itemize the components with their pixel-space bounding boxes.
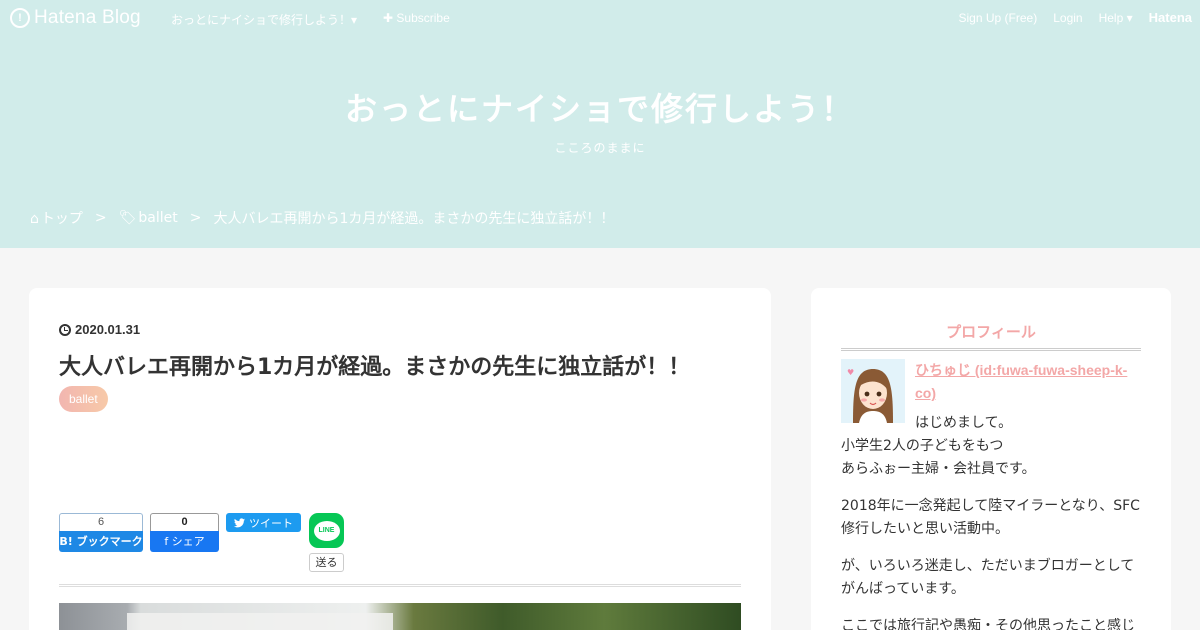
bio-paragraph: はじめまして。 小学生2人の子どもをもつ あらふぉー主婦・会社員です。 [841,412,1146,481]
blog-title[interactable]: おっとにナイショで修行しよう！ [0,84,1200,130]
line-send-button[interactable]: 送る [309,553,344,572]
profile-bio: はじめまして。 小学生2人の子どもをもつ あらふぉー主婦・会社員です。 2018… [841,412,1146,630]
logo-text: Hatena Blog [34,7,141,28]
bio-paragraph: ここでは旅行記や愚痴・その他思ったこと感じ [841,618,1135,630]
hatena-topbar: ! Hatena Blog おっとにナイショで修行しよう！▾ ✚ Subscri… [0,0,1200,36]
home-icon: ⌂ [30,211,39,227]
help-menu[interactable]: Help ▾ [1099,11,1133,25]
tag-icon: 🏷 [118,210,137,226]
entry-title[interactable]: 大人バレエ再開から1カ月が経過。まさかの先生に独立話が！！ [59,349,690,381]
sidebar-profile: プロフィール ♥ ひちゅじ (id:fuwa-fuwa-sheep-k-co) … [811,288,1171,630]
breadcrumb-home-label: トップ [40,211,83,227]
topbar-right: Sign Up (Free) Login Help ▾ Hatena [959,10,1192,25]
hatena-bookmark-button[interactable]: 6 B! ブックマーク [59,513,143,552]
content-divider [59,584,741,587]
article-card: 2020.01.31 大人バレエ再開から1カ月が経過。まさかの先生に独立話が！！… [29,288,771,630]
breadcrumb-home[interactable]: ⌂ トップ [30,208,83,228]
bio-line: はじめまして。 [915,415,1013,431]
blog-description: こころのままに [554,141,646,155]
breadcrumb-category-label: ballet [138,210,178,226]
line-logo-text: LINE [313,520,340,541]
facebook-share-label: f シェア [150,531,219,552]
signup-link[interactable]: Sign Up (Free) [959,11,1038,25]
entry-date-text: 2020.01.31 [75,322,141,337]
twitter-bird-icon [234,517,245,527]
tweet-button[interactable]: ツイート [226,513,301,532]
breadcrumb-separator: > [94,210,107,226]
tweet-label: ツイート [249,516,293,530]
profile-name-link[interactable]: ひちゅじ (id:fuwa-fuwa-sheep-k-co) [915,359,1141,405]
entry-photo [59,603,741,630]
bio-line: 小学生2人の子どもをもつ [841,438,1004,454]
hatena-blog-logo[interactable]: ! Hatena Blog [10,7,141,29]
breadcrumb: ⌂ トップ > 🏷 ballet > 大人バレエ再開から1カ月が経過。まさかの先生に… [30,208,614,228]
profile-heading: プロフィール [841,321,1141,351]
login-link[interactable]: Login [1053,11,1082,25]
facebook-share-button[interactable]: 0 f シェア [150,513,219,552]
facebook-share-count: 0 [150,513,219,531]
bio-paragraph: 2018年に一念発起して陸マイラーとなり、SFC修行したいと思い活動中。 [841,498,1140,537]
bio-paragraph: が、いろいろ迷走し、ただいまブロガーとしてがんばっています。 [841,558,1135,597]
breadcrumb-current: 大人バレエ再開から1カ月が経過。まさかの先生に独立話が！！ [213,211,615,227]
svg-text:♥: ♥ [847,368,854,377]
hatena-bookmark-count: 6 [59,513,143,531]
blog-name-menu[interactable]: おっとにナイショで修行しよう！▾ [171,11,357,28]
hatena-bookmark-label: B! ブックマーク [59,531,143,552]
clock-icon [59,323,71,336]
line-share-icon[interactable]: LINE [309,513,344,548]
entry-date[interactable]: 2020.01.31 [59,322,140,337]
bio-line: あらふぉー主婦・会社員です。 [841,461,1036,477]
blog-header: おっとにナイショで修行しよう！ こころのままに ⌂ トップ > 🏷 ballet >… [0,0,1200,248]
breadcrumb-category[interactable]: 🏷 ballet [119,210,178,226]
hatena-link[interactable]: Hatena [1149,10,1192,25]
subscribe-button[interactable]: ✚ Subscribe [383,11,450,25]
hatena-logo-icon: ! [10,8,30,28]
category-badge[interactable]: ballet [59,386,108,412]
breadcrumb-separator: > [189,210,202,226]
